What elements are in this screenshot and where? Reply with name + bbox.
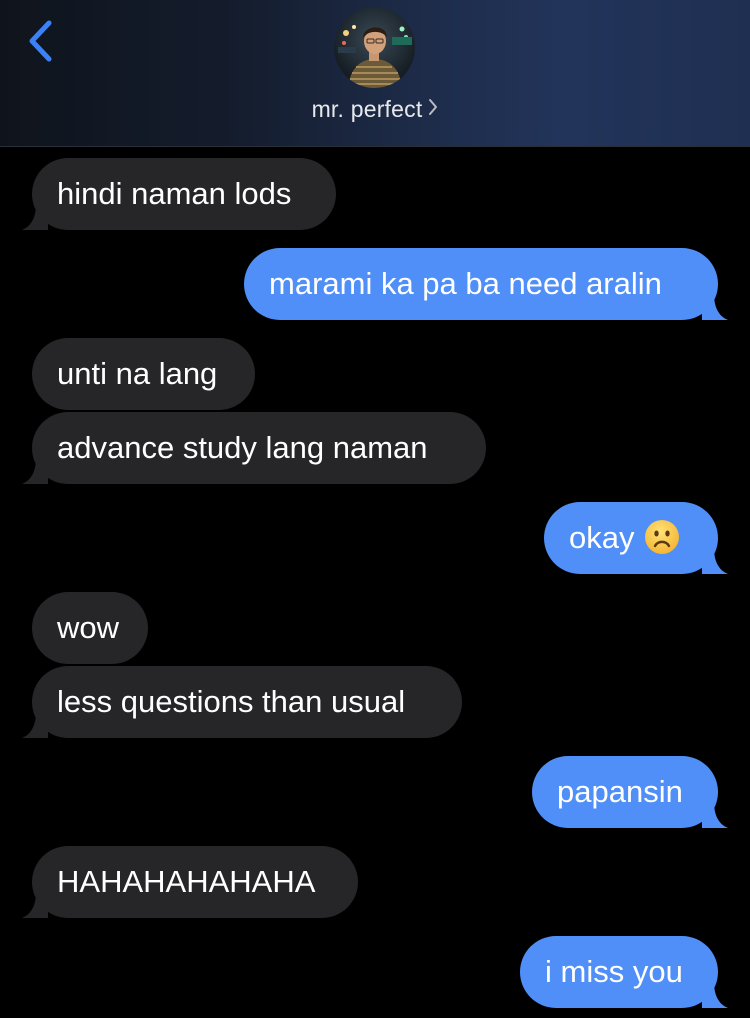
bubble-tail — [702, 294, 728, 320]
outgoing-message-bubble[interactable]: marami ka pa ba need aralin — [244, 248, 728, 320]
incoming-message-bubble[interactable]: hindi naman lods — [22, 158, 336, 230]
back-button[interactable] — [18, 16, 62, 66]
bubble-tail — [702, 982, 728, 1008]
contact-avatar[interactable] — [334, 7, 415, 88]
avatar-photo — [334, 7, 415, 88]
message-text: i miss you — [545, 954, 683, 989]
bubble-tail — [22, 204, 48, 230]
messages-screen: mr. perfect hindi naman lods marami ka p… — [0, 0, 750, 1018]
chevron-right-icon — [428, 95, 438, 122]
bubble-tail — [22, 892, 48, 918]
message-text: unti na lang — [57, 356, 218, 391]
incoming-message-bubble[interactable]: HAHAHAHAHAHA — [22, 846, 358, 918]
frowning-face-emoji — [645, 519, 680, 554]
incoming-message-bubble[interactable]: advance study lang naman — [22, 412, 486, 484]
message-text: okay — [569, 520, 635, 555]
bubble-tail — [22, 458, 48, 484]
outgoing-message-bubble[interactable]: papansin — [532, 756, 728, 828]
message-text: advance study lang naman — [57, 430, 428, 465]
contact-name: mr. perfect — [311, 96, 423, 122]
outgoing-message-bubble[interactable]: i miss you — [520, 936, 728, 1008]
message-text: papansin — [557, 774, 683, 809]
conversation-header: mr. perfect — [0, 0, 750, 147]
chevron-left-icon — [29, 20, 52, 62]
contact-name-button[interactable]: mr. perfect — [0, 96, 750, 124]
bubble-tail — [702, 548, 728, 574]
message-text: marami ka pa ba need aralin — [269, 266, 662, 301]
incoming-message-bubble[interactable]: wow — [32, 592, 148, 664]
message-text: HAHAHAHAHAHA — [57, 864, 316, 899]
message-text: less questions than usual — [57, 684, 406, 719]
bubble-tail — [22, 712, 48, 738]
message-text: wow — [57, 610, 120, 645]
incoming-message-bubble[interactable]: less questions than usual — [22, 666, 462, 738]
outgoing-message-bubble[interactable]: okay — [544, 502, 728, 574]
incoming-message-bubble[interactable]: unti na lang — [32, 338, 255, 410]
message-text: hindi naman lods — [57, 176, 292, 211]
bubble-tail — [702, 802, 728, 828]
